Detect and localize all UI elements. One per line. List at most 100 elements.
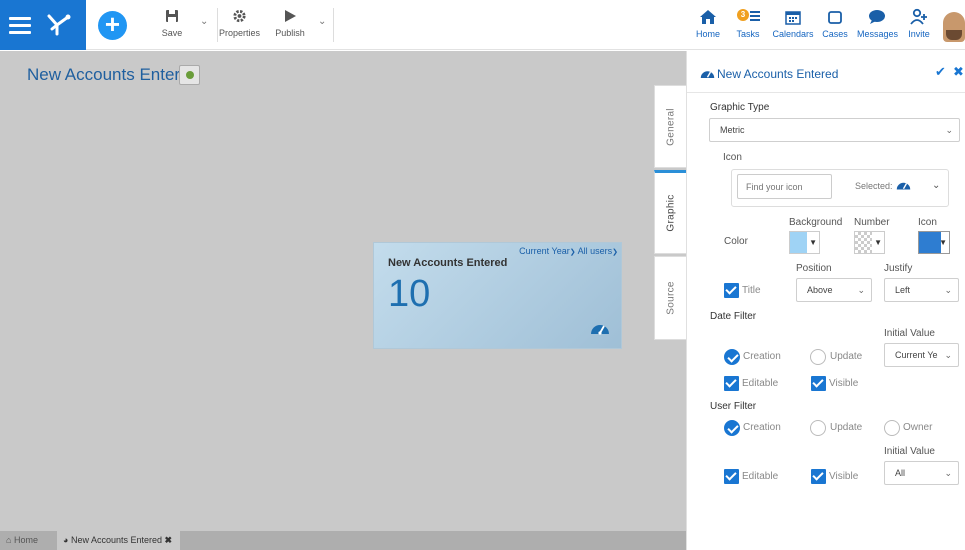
calendar-icon xyxy=(785,11,801,25)
user-creation-radio[interactable] xyxy=(724,420,740,436)
graphic-type-label: Graphic Type xyxy=(710,102,770,113)
widget-date-filter[interactable]: Current Year xyxy=(519,246,570,256)
date-visible-label: Visible xyxy=(829,378,859,389)
close-icon[interactable]: ✖ xyxy=(953,64,964,80)
status-dot-icon xyxy=(186,71,194,79)
nav-tasks[interactable]: 3 Tasks xyxy=(734,7,762,39)
save-icon xyxy=(166,10,178,22)
icon-selected-label: Selected: xyxy=(855,181,893,191)
date-visible-checkbox[interactable] xyxy=(811,376,826,391)
nav-calendars[interactable]: Calendars xyxy=(772,7,814,39)
brand-area xyxy=(0,0,86,50)
date-creation-label: Creation xyxy=(743,351,781,362)
bottom-tab-home-label: Home xyxy=(13,535,38,545)
user-visible-checkbox[interactable] xyxy=(811,469,826,484)
publish-button[interactable]: Publish xyxy=(272,6,308,38)
page-title: New Accounts Entered xyxy=(27,65,199,84)
nav-messages[interactable]: Messages xyxy=(857,7,899,39)
user-initial-value-label: Initial Value xyxy=(884,446,935,457)
cases-icon xyxy=(828,11,842,24)
user-editable-checkbox[interactable] xyxy=(724,469,739,484)
nav-messages-label: Messages xyxy=(857,29,899,39)
logo-icon[interactable] xyxy=(46,12,72,36)
background-color-picker[interactable]: ▼ xyxy=(789,231,820,254)
toolbar-separator xyxy=(217,8,218,42)
chevron-down-icon: ⌄ xyxy=(944,350,952,360)
panel-header: New Accounts Entered ✔ ✖ xyxy=(687,51,965,93)
tab-source-label: Source xyxy=(665,281,676,315)
selected-speedometer-icon xyxy=(896,182,911,190)
nav-invite[interactable]: Invite xyxy=(906,7,932,39)
date-initial-value: Current Ye xyxy=(895,350,938,360)
properties-button[interactable]: Properties xyxy=(219,6,261,38)
justify-label: Justify xyxy=(884,263,913,274)
toolbar-separator xyxy=(333,8,334,42)
properties-label: Properties xyxy=(219,28,261,38)
tab-source[interactable]: Source xyxy=(654,256,686,340)
position-select[interactable]: Above ⌄ xyxy=(796,278,872,302)
user-visible-label: Visible xyxy=(829,471,859,482)
user-owner-label: Owner xyxy=(903,422,933,433)
add-user-icon xyxy=(910,8,927,25)
nav-invite-label: Invite xyxy=(908,29,930,39)
confirm-check-icon[interactable]: ✔ xyxy=(935,64,946,80)
user-owner-radio[interactable] xyxy=(884,420,900,436)
date-initial-value-label: Initial Value xyxy=(884,328,935,339)
save-button[interactable]: Save xyxy=(160,6,184,38)
date-update-radio[interactable] xyxy=(810,349,826,365)
tab-graphic[interactable]: Graphic xyxy=(654,170,686,254)
caret-down-icon: ▼ xyxy=(809,238,817,247)
save-dropdown-chevron-icon[interactable]: ⌄ xyxy=(200,16,208,27)
user-initial-value-select[interactable]: All ⌄ xyxy=(884,461,959,485)
nav-cases-label: Cases xyxy=(822,29,848,39)
icon-picker-chevron-icon[interactable]: ⌄ xyxy=(932,180,940,191)
number-color-picker[interactable]: ▼ xyxy=(854,231,885,254)
nav-home-label: Home xyxy=(695,29,720,39)
tab-graphic-label: Graphic xyxy=(665,194,676,232)
user-filter-label: User Filter xyxy=(710,401,757,412)
gear-icon xyxy=(232,9,246,23)
avatar[interactable] xyxy=(943,12,965,42)
date-initial-value-select[interactable]: Current Ye ⌄ xyxy=(884,343,959,367)
hamburger-menu-icon[interactable] xyxy=(9,11,31,39)
caret-down-icon: ▼ xyxy=(874,238,882,247)
chat-bubble-icon xyxy=(869,10,885,24)
title-checkbox[interactable] xyxy=(724,283,739,298)
graphic-type-select[interactable]: Metric ⌄ xyxy=(709,118,960,142)
nav-calendars-label: Calendars xyxy=(772,29,814,39)
tab-general[interactable]: General xyxy=(654,85,686,168)
widget-user-filter[interactable]: All users xyxy=(578,246,613,256)
publish-label: Publish xyxy=(275,28,305,38)
icon-color-picker[interactable]: ▼ xyxy=(918,231,950,254)
justify-value: Left xyxy=(895,285,911,295)
user-update-label: Update xyxy=(830,422,863,433)
close-tab-icon[interactable]: ✖ xyxy=(165,535,173,545)
nav-cases[interactable]: Cases xyxy=(822,7,848,39)
bottom-tab-home[interactable]: ⌂ Home xyxy=(0,531,44,550)
date-editable-label: Editable xyxy=(742,378,779,389)
user-update-radio[interactable] xyxy=(810,420,826,436)
user-filter-chevron-icon[interactable]: ❯ xyxy=(612,249,618,256)
user-creation-label: Creation xyxy=(743,422,781,433)
caret-down-icon: ▼ xyxy=(939,238,947,247)
justify-select[interactable]: Left ⌄ xyxy=(884,278,959,302)
chevron-down-icon: ⌄ xyxy=(944,468,952,478)
status-indicator[interactable] xyxy=(179,65,200,85)
date-editable-checkbox[interactable] xyxy=(724,376,739,391)
add-button[interactable]: + xyxy=(98,11,127,40)
bottom-tab-document[interactable]: ◕ New Accounts Entered ✖ xyxy=(57,531,180,550)
transparent-swatch-icon xyxy=(855,232,872,253)
background-label: Background xyxy=(789,217,843,228)
icon-search-input[interactable] xyxy=(737,174,832,199)
date-creation-radio[interactable] xyxy=(724,349,740,365)
bottom-tab-bar: ⌂ Home ◕ New Accounts Entered ✖ xyxy=(0,531,686,550)
publish-dropdown-chevron-icon[interactable]: ⌄ xyxy=(318,16,326,27)
title-checkbox-label: Title xyxy=(742,285,761,296)
nav-home[interactable]: Home xyxy=(695,7,721,39)
background-swatch xyxy=(790,232,807,253)
metric-widget[interactable]: Current Year❯ All users❯ New Accounts En… xyxy=(373,242,622,349)
date-filter-label: Date Filter xyxy=(710,311,757,322)
nav-tasks-label: Tasks xyxy=(736,29,760,39)
date-filter-chevron-icon[interactable]: ❯ xyxy=(570,249,576,256)
top-toolbar: + Save ⌄ Properties Publish ⌄ Home 3 Tas… xyxy=(0,0,965,50)
